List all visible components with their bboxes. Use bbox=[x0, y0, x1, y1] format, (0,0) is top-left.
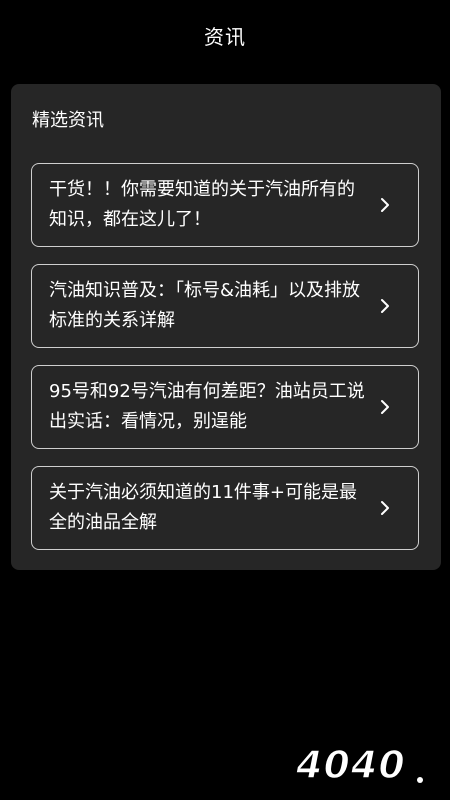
watermark-text: 4040 bbox=[295, 743, 406, 787]
featured-news-panel: 精选资讯 干货！！你需要知道的关于汽油所有的知识，都在这儿了！ 汽油知识普及：「… bbox=[11, 84, 441, 570]
chevron-right-icon bbox=[381, 198, 389, 212]
article-item-3[interactable]: 95号和92号汽油有何差距？油站员工说出实话：看情况，别逞能 bbox=[31, 365, 419, 449]
article-title: 干货！！你需要知道的关于汽油所有的知识，都在这儿了！ bbox=[49, 179, 355, 230]
section-title: 精选资讯 bbox=[32, 110, 104, 131]
article-title: 关于汽油必须知道的11件事+可能是最全的油品全解 bbox=[49, 482, 357, 533]
article-item-1[interactable]: 干货！！你需要知道的关于汽油所有的知识，都在这儿了！ bbox=[31, 163, 419, 247]
article-item-2[interactable]: 汽油知识普及：「标号&油耗」以及排放标准的关系详解 bbox=[31, 264, 419, 348]
top-bar: 资讯 bbox=[0, 0, 450, 70]
article-title: 95号和92号汽油有何差距？油站员工说出实话：看情况，别逞能 bbox=[49, 381, 365, 432]
chevron-right-icon bbox=[381, 501, 389, 515]
article-list: 干货！！你需要知道的关于汽油所有的知识，都在这儿了！ 汽油知识普及：「标号&油耗… bbox=[31, 163, 421, 567]
article-title: 汽油知识普及：「标号&油耗」以及排放标准的关系详解 bbox=[49, 280, 361, 331]
article-item-4[interactable]: 关于汽油必须知道的11件事+可能是最全的油品全解 bbox=[31, 466, 419, 550]
watermark-dot-icon bbox=[417, 777, 423, 783]
watermark-logo-icon: 4040 bbox=[294, 742, 423, 788]
chevron-right-icon bbox=[381, 299, 389, 313]
page-title: 资讯 bbox=[204, 24, 246, 49]
chevron-right-icon bbox=[381, 400, 389, 414]
